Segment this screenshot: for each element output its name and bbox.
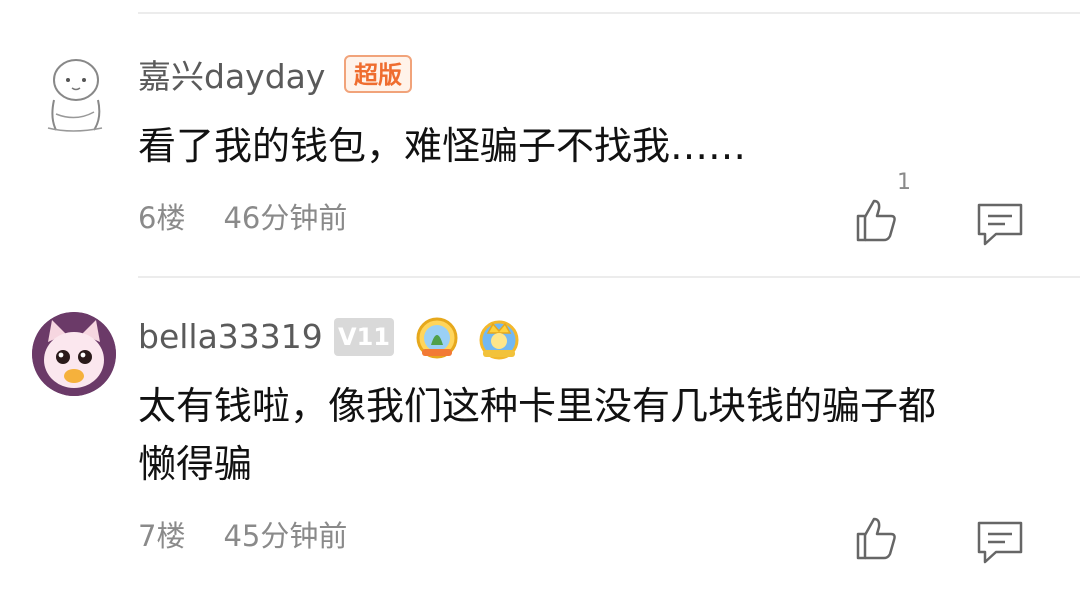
comment-bubble-icon	[977, 521, 1023, 564]
like-button[interactable]	[850, 194, 902, 246]
medal-badge-1	[414, 315, 460, 361]
comment-bubble-icon	[977, 203, 1023, 246]
crown-medal-icon	[479, 320, 519, 360]
vip-level-badge: V11	[334, 318, 394, 356]
avatar-cat-icon	[32, 312, 116, 396]
timestamp: 46分钟前	[223, 201, 348, 235]
comment-text-line-2: 懒得骗	[138, 442, 253, 486]
floor-number: 7楼	[138, 519, 186, 553]
floor-number: 6楼	[138, 201, 186, 235]
username[interactable]: 嘉兴dayday	[138, 57, 325, 97]
comment-meta: 6楼 46分钟前	[138, 200, 385, 236]
medal-badge-2	[476, 315, 522, 361]
timestamp: 45分钟前	[223, 519, 348, 553]
username[interactable]: bella33319	[138, 317, 323, 357]
like-count: 1	[897, 170, 911, 195]
badge-medal-icon	[416, 317, 458, 359]
reply-button[interactable]	[974, 198, 1026, 250]
thumbs-up-icon	[856, 517, 896, 560]
avatar[interactable]	[32, 312, 116, 396]
avatar-doodle-icon	[47, 59, 103, 132]
comment-text: 太有钱啦，像我们这种卡里没有几块钱的骗子都	[138, 384, 937, 428]
top-divider	[138, 12, 1080, 14]
avatar[interactable]	[32, 52, 116, 136]
comment-meta: 7楼 45分钟前	[138, 518, 385, 554]
reply-button[interactable]	[974, 516, 1026, 568]
like-button[interactable]	[850, 512, 902, 564]
comment-text: 看了我的钱包，难怪骗子不找我……	[138, 124, 747, 168]
thumbs-up-icon	[856, 199, 896, 242]
super-moderator-badge: 超版	[344, 55, 412, 93]
comment-divider	[138, 276, 1080, 278]
